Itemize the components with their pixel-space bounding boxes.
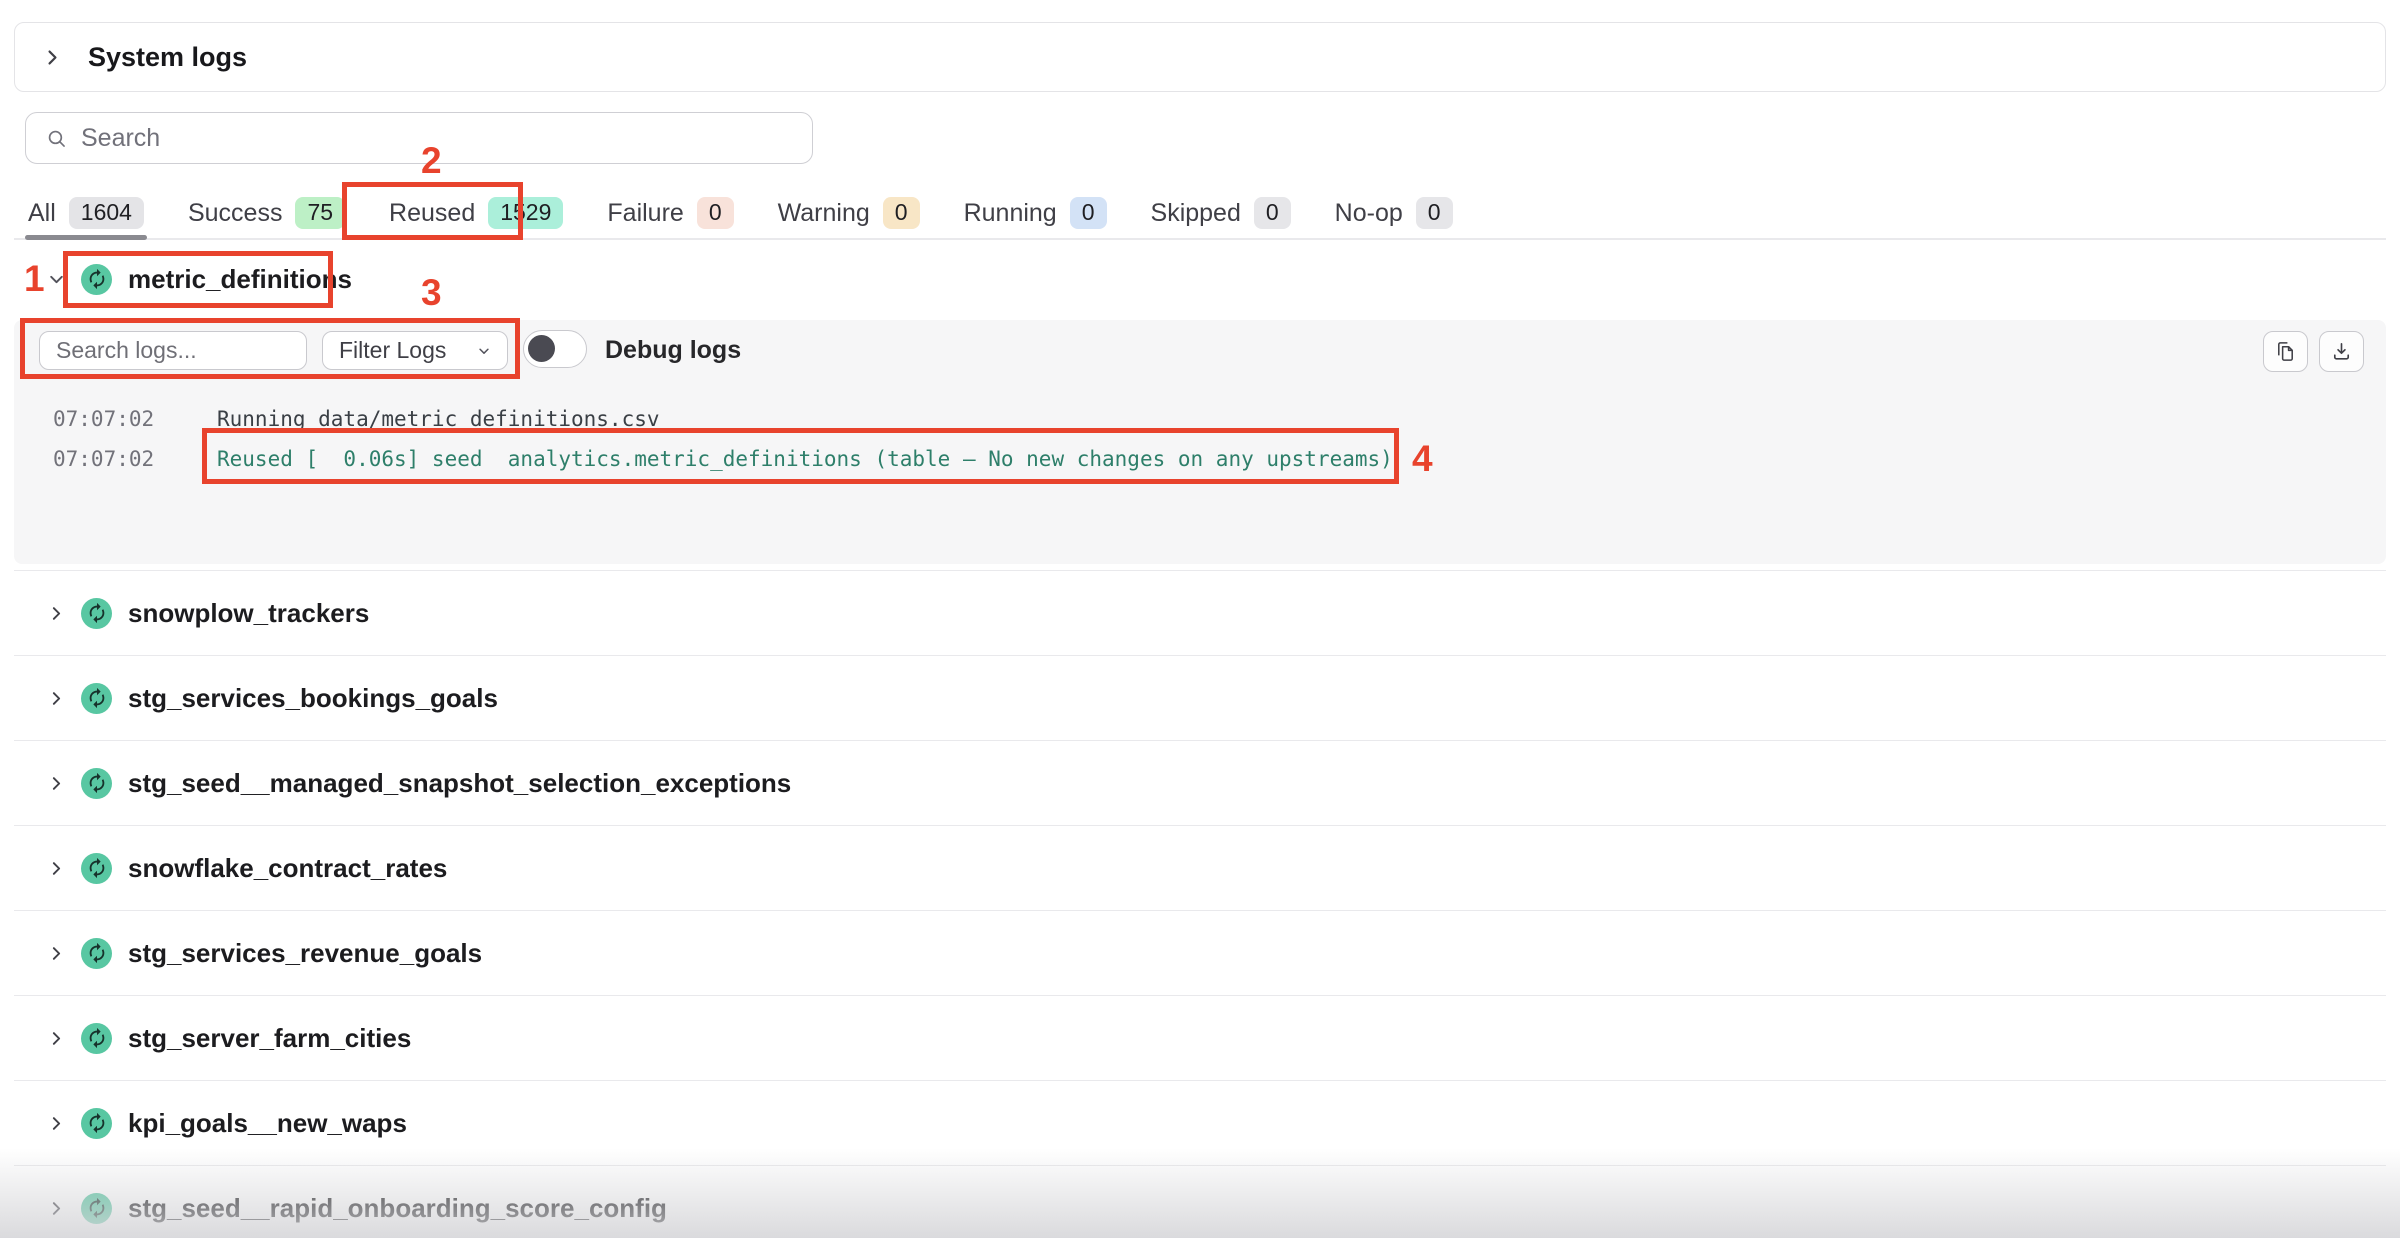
chevron-right-icon[interactable] (48, 1115, 65, 1132)
copy-icon (2274, 340, 2297, 363)
run-name: stg_services_bookings_goals (128, 683, 498, 714)
tab-running-count: 0 (1070, 197, 1107, 229)
reused-sync-icon (81, 853, 112, 884)
tab-running[interactable]: Running 0 (964, 188, 1107, 238)
chevron-right-icon[interactable] (48, 690, 65, 707)
reused-sync-icon (81, 264, 112, 295)
reused-sync-icon (81, 683, 112, 714)
runs-list: snowplow_trackers stg_services_bookings_… (14, 570, 2386, 1250)
run-row-stg-seed-rapid-onboarding-score-config[interactable]: stg_seed__rapid_onboarding_score_config (14, 1165, 2386, 1250)
log-message: Reused [ 0.06s] seed analytics.metric_de… (217, 447, 1393, 471)
chevron-right-icon[interactable] (43, 48, 62, 67)
tab-success[interactable]: Success 75 (188, 188, 345, 238)
chevron-right-icon[interactable] (48, 605, 65, 622)
log-timestamp: 07:07:02 (14, 447, 217, 471)
tab-noop-count: 0 (1416, 197, 1453, 229)
search-icon (46, 128, 67, 149)
run-name: snowplow_trackers (128, 598, 369, 629)
debug-logs-label: Debug logs (605, 336, 741, 365)
tab-reused-count: 1529 (488, 197, 563, 229)
filter-logs-dropdown[interactable]: Filter Logs (322, 331, 508, 370)
run-row-snowflake-contract-rates[interactable]: snowflake_contract_rates (14, 825, 2386, 910)
chevron-right-icon[interactable] (48, 860, 65, 877)
reused-sync-icon (81, 938, 112, 969)
system-logs-screen: System logs Search All 1604 Success 75 R… (0, 0, 2400, 1238)
system-logs-header[interactable]: System logs (14, 22, 2386, 92)
debug-logs-toggle[interactable] (523, 330, 587, 368)
log-line: 07:07:02 Reused [ 0.06s] seed analytics.… (14, 442, 1393, 476)
run-row-stg-server-farm-cities[interactable]: stg_server_farm_cities (14, 995, 2386, 1080)
run-name: stg_seed__managed_snapshot_selection_exc… (128, 768, 791, 799)
reused-sync-icon (81, 1108, 112, 1139)
run-name: stg_server_farm_cities (128, 1023, 411, 1054)
log-message: Running data/metric_definitions.csv (217, 407, 660, 431)
reused-sync-icon (81, 598, 112, 629)
chevron-right-icon[interactable] (48, 1030, 65, 1047)
tab-failure[interactable]: Failure 0 (607, 188, 733, 238)
reused-sync-icon (81, 768, 112, 799)
chevron-down-icon (477, 344, 491, 358)
tab-all-count: 1604 (69, 197, 144, 229)
run-row-snowplow-trackers[interactable]: snowplow_trackers (14, 570, 2386, 655)
status-tabs: All 1604 Success 75 Reused 1529 Failure … (14, 188, 2386, 240)
log-timestamp: 07:07:02 (14, 407, 217, 431)
toggle-knob (528, 335, 555, 362)
tab-skipped[interactable]: Skipped 0 (1151, 188, 1291, 238)
run-row-stg-services-revenue-goals[interactable]: stg_services_revenue_goals (14, 910, 2386, 995)
reused-sync-icon (81, 1193, 112, 1224)
run-name: metric_definitions (128, 264, 352, 295)
run-name: stg_services_revenue_goals (128, 938, 482, 969)
run-name: snowflake_contract_rates (128, 853, 447, 884)
run-row-stg-services-bookings-goals[interactable]: stg_services_bookings_goals (14, 655, 2386, 740)
search-input[interactable]: Search (25, 112, 813, 164)
tab-success-count: 75 (295, 197, 345, 229)
search-logs-input[interactable]: Search logs... (39, 331, 307, 370)
download-icon (2330, 340, 2353, 363)
log-panel: Search logs... Filter Logs Debug logs (14, 320, 2386, 564)
tab-all[interactable]: All 1604 (28, 188, 144, 238)
run-name: stg_seed__rapid_onboarding_score_config (128, 1193, 667, 1224)
chevron-down-icon[interactable] (48, 271, 65, 288)
download-logs-button[interactable] (2319, 331, 2364, 372)
copy-logs-button[interactable] (2263, 331, 2308, 372)
chevron-right-icon[interactable] (48, 1200, 65, 1217)
tab-noop[interactable]: No-op 0 (1335, 188, 1453, 238)
run-name: kpi_goals__new_waps (128, 1108, 407, 1139)
tab-warning[interactable]: Warning 0 (778, 188, 920, 238)
reused-sync-icon (81, 1023, 112, 1054)
chevron-right-icon[interactable] (48, 775, 65, 792)
page-title: System logs (88, 42, 247, 73)
tab-skipped-count: 0 (1254, 197, 1291, 229)
run-row-metric-definitions[interactable]: metric_definitions (14, 248, 2386, 310)
run-row-kpi-goals-new-waps[interactable]: kpi_goals__new_waps (14, 1080, 2386, 1165)
run-row-stg-seed-managed-snapshot-selection-exceptions[interactable]: stg_seed__managed_snapshot_selection_exc… (14, 740, 2386, 825)
search-logs-placeholder: Search logs... (56, 337, 197, 364)
tab-warning-count: 0 (883, 197, 920, 229)
tab-failure-count: 0 (697, 197, 734, 229)
log-line: 07:07:02 Running data/metric_definitions… (14, 402, 660, 436)
tab-reused[interactable]: Reused 1529 (389, 188, 563, 238)
search-placeholder: Search (81, 124, 160, 153)
chevron-right-icon[interactable] (48, 945, 65, 962)
